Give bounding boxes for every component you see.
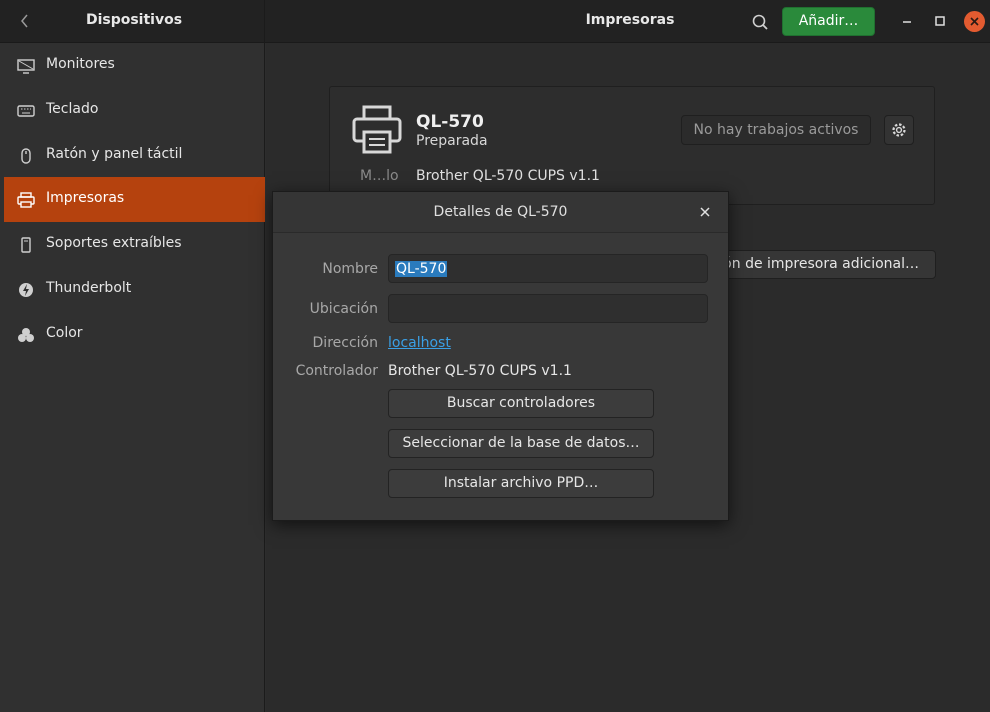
- sidebar-item-color[interactable]: Color: [4, 312, 265, 357]
- mouse-icon: [21, 148, 31, 164]
- address-label: Dirección: [312, 335, 378, 351]
- additional-printer-settings-button[interactable]: …ción de impresora adicional…: [700, 250, 936, 279]
- printer-name: QL-570: [416, 112, 484, 132]
- dialog-header: Detalles de QL-570: [273, 192, 728, 233]
- sidebar-item-removable-media[interactable]: Soportes extraíbles: [4, 222, 265, 267]
- sidebar-item-label: Teclado: [46, 101, 99, 117]
- location-label: Ubicación: [309, 301, 378, 317]
- printer-status: Preparada: [416, 133, 488, 149]
- name-label: Nombre: [322, 261, 378, 277]
- sidebar-item-keyboard[interactable]: Teclado: [4, 88, 265, 133]
- minimize-button[interactable]: [896, 10, 918, 32]
- search-icon: [752, 14, 768, 30]
- window-close-button[interactable]: [964, 11, 985, 32]
- sidebar: Monitores Teclado Ratón y panel táctil I…: [0, 43, 265, 712]
- printer-details-dialog: Detalles de QL-570 Nombre QL-570 Ubicaci…: [272, 191, 729, 521]
- header-bar: Dispositivos Impresoras Añadir…: [0, 0, 990, 43]
- model-label: M…lo: [360, 168, 399, 184]
- maximize-icon: [935, 16, 945, 26]
- sidebar-item-mouse[interactable]: Ratón y panel táctil: [4, 133, 265, 178]
- name-field-value: QL-570: [395, 261, 448, 277]
- install-ppd-button[interactable]: Instalar archivo PPD…: [388, 469, 654, 498]
- thunderbolt-icon: [19, 283, 33, 297]
- sidebar-item-monitors[interactable]: Monitores: [4, 43, 265, 88]
- dialog-close-button[interactable]: [696, 203, 714, 221]
- sidebar-title: Dispositivos: [85, 12, 183, 28]
- select-from-database-button[interactable]: Seleccionar de la base de datos…: [388, 429, 654, 458]
- keyboard-icon: [17, 105, 35, 117]
- model-value: Brother QL-570 CUPS v1.1: [416, 168, 600, 184]
- sidebar-item-thunderbolt[interactable]: Thunderbolt: [4, 267, 265, 312]
- close-icon: [700, 207, 710, 217]
- maximize-button[interactable]: [929, 10, 951, 32]
- sidebar-item-label: Color: [46, 325, 83, 341]
- page-title: Impresoras: [585, 12, 675, 28]
- removable-media-icon: [21, 237, 31, 253]
- sidebar-item-label: Thunderbolt: [46, 280, 132, 296]
- location-field[interactable]: [388, 294, 708, 323]
- gear-icon: [892, 123, 906, 137]
- sidebar-item-printers[interactable]: Impresoras: [4, 177, 265, 222]
- minimize-icon: [903, 21, 911, 23]
- address-link[interactable]: localhost: [388, 335, 451, 351]
- close-icon: [970, 17, 979, 26]
- driver-value: Brother QL-570 CUPS v1.1: [388, 363, 572, 379]
- add-printer-button[interactable]: Añadir…: [782, 7, 875, 36]
- driver-label: Controlador: [295, 363, 378, 379]
- dialog-title: Detalles de QL-570: [433, 204, 568, 220]
- printer-icon: [352, 105, 402, 154]
- sidebar-item-label: Soportes extraíbles: [46, 235, 182, 251]
- monitor-icon: [17, 59, 35, 74]
- active-jobs-button[interactable]: No hay trabajos activos: [681, 115, 871, 145]
- settings-window: Dispositivos Impresoras Añadir… Monitore…: [0, 0, 990, 712]
- color-icon: [18, 328, 34, 342]
- printer-icon: [17, 192, 35, 208]
- search-button[interactable]: [749, 11, 771, 33]
- additional-printer-settings-label: …ción de impresora adicional…: [701, 256, 919, 272]
- name-field[interactable]: QL-570: [388, 254, 708, 283]
- printer-settings-button[interactable]: [884, 115, 914, 145]
- sidebar-item-label: Monitores: [46, 56, 115, 72]
- sidebar-item-label: Ratón y panel táctil: [46, 146, 183, 162]
- sidebar-item-label: Impresoras: [46, 190, 125, 206]
- search-drivers-button[interactable]: Buscar controladores: [388, 389, 654, 418]
